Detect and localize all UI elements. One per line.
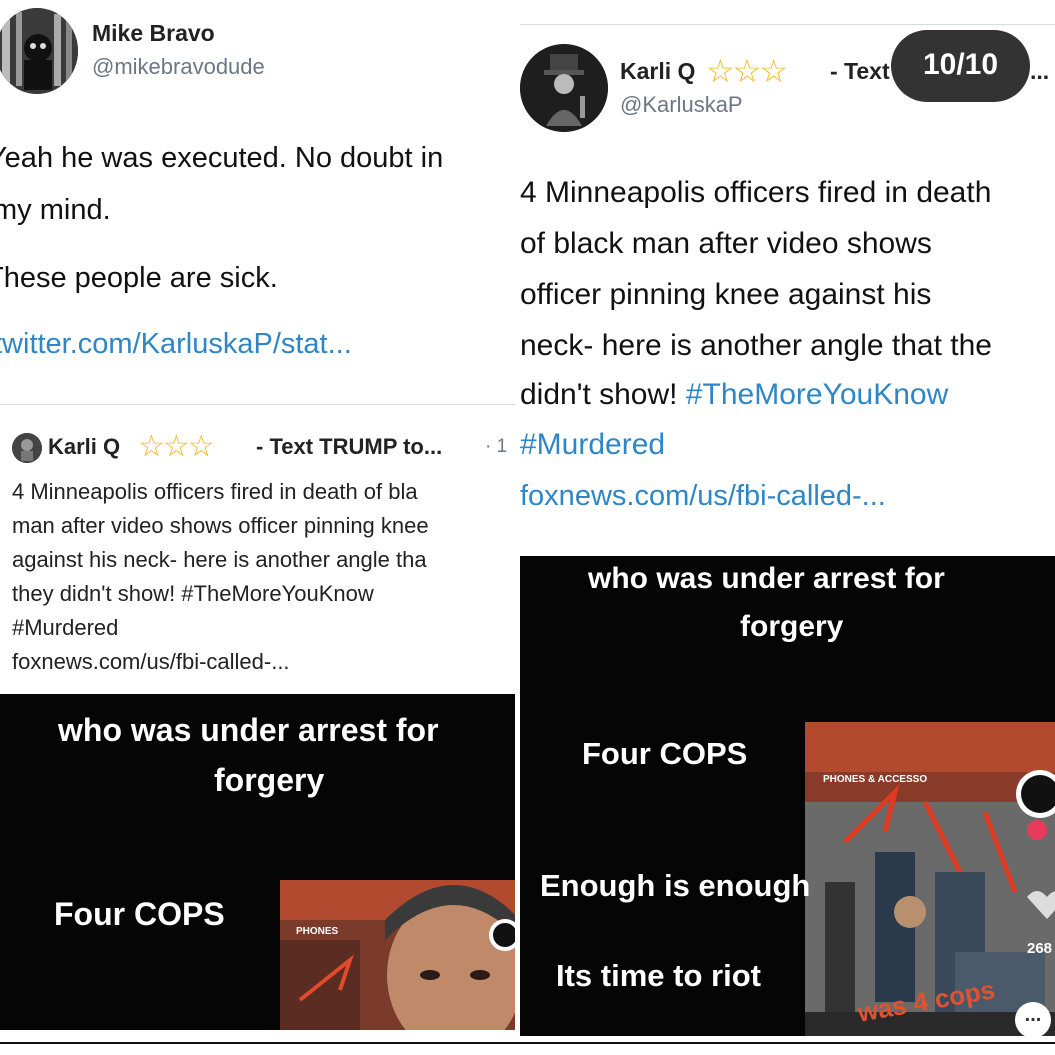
- video-caption: forgery: [214, 762, 325, 798]
- video-thumbnail: PHONES & ACCESSO 268 was 4 cops ...: [805, 722, 1055, 1036]
- star-icons: ☆☆☆: [706, 54, 788, 89]
- left-video[interactable]: who was under arrest for forgery Four CO…: [0, 694, 515, 1030]
- quoted-body-line: man after video shows officer pinning kn…: [12, 513, 429, 538]
- video-caption: who was under arrest for: [588, 562, 945, 595]
- tweet-text-line: didn't show! #TheMoreYouKnow: [520, 378, 948, 412]
- video-frame: [280, 880, 515, 1030]
- tweet-link[interactable]: twitter.com/KarluskaP/stat...: [0, 328, 352, 361]
- tweet-text-line: neck- here is another angle that the: [520, 329, 992, 362]
- tweet-text-line: Yeah he was executed. No doubt in: [0, 142, 444, 174]
- right-tweet: Karli Q ☆☆☆ - Text TR ... @KarluskaP 10/…: [515, 0, 1055, 560]
- right-tweet-body: 4 Minneapolis officers fired in death of…: [515, 170, 1055, 530]
- avatar-image: [520, 44, 608, 132]
- avatar-karli-q[interactable]: [520, 44, 608, 132]
- hashtag-themoreyouknow[interactable]: #TheMoreYouKnow: [686, 378, 948, 411]
- tweet-text-line: my mind.: [0, 194, 111, 226]
- video-sign-text: PHONES: [296, 926, 339, 937]
- bottom-divider: [0, 1042, 1055, 1044]
- tweet-author-name[interactable]: Mike Bravo: [92, 20, 215, 47]
- avatar-image: [12, 433, 42, 463]
- tweet-text-line: officer pinning knee against his: [520, 278, 932, 311]
- video-caption: Enough is enough: [540, 868, 811, 903]
- quoted-body-line: against his neck- here is another angle …: [12, 547, 427, 572]
- more-options-icon: ...: [1024, 1004, 1042, 1026]
- tweet-body: Yeah he was executed. No doubt in my min…: [0, 138, 510, 378]
- right-tweet-link[interactable]: foxnews.com/us/fbi-called-...: [520, 480, 886, 513]
- quoted-author-name: Karli Q: [48, 434, 121, 459]
- video-sign-text: PHONES & ACCESSO: [823, 774, 928, 785]
- right-author-suffix: - Text: [830, 58, 890, 84]
- tweet-author-handle[interactable]: @mikebravodude: [92, 54, 265, 80]
- left-tweet: Mike Bravo @mikebravodude Yeah he was ex…: [0, 0, 515, 400]
- avatar-karli-q-small: [12, 433, 42, 463]
- right-author-handle[interactable]: @KarluskaP: [620, 92, 743, 118]
- video-caption: forgery: [740, 610, 844, 643]
- right-author-name: Karli Q: [620, 58, 696, 84]
- hashtag-murdered[interactable]: #Murdered: [520, 428, 665, 462]
- image-counter: 10/10: [922, 48, 999, 81]
- video-caption: who was under arrest for: [58, 712, 439, 748]
- quoted-author-suffix: - Text TRUMP to...: [256, 434, 443, 459]
- quoted-body-line[interactable]: foxnews.com/us/fbi-called-...: [12, 649, 290, 675]
- avatar-image: [0, 8, 78, 94]
- right-video[interactable]: who was under arrest for forgery PHONES …: [520, 556, 1055, 1036]
- top-divider: [520, 24, 1055, 25]
- avatar-mike-bravo[interactable]: [0, 8, 78, 94]
- tweet-text-line: 4 Minneapolis officers fired in death: [520, 176, 992, 209]
- video-caption: Its time to riot: [556, 958, 761, 993]
- quoted-tweet[interactable]: Karli Q ☆☆☆ - Text TRUMP to... · 1 4 Min…: [0, 404, 515, 695]
- like-count: 268: [1027, 940, 1053, 957]
- video-caption: Four COPS: [54, 896, 225, 932]
- quoted-body-line: 4 Minneapolis officers fired in death of…: [12, 479, 418, 504]
- right-author-end: ...: [1030, 58, 1050, 84]
- video-caption: Four COPS: [582, 736, 748, 771]
- video-thumbnail: PHONES: [280, 880, 515, 1030]
- more-options-button[interactable]: ...: [1015, 1002, 1051, 1036]
- tweet-text-line: These people are sick.: [0, 262, 278, 294]
- tweet-text-fragment: didn't show!: [520, 378, 678, 411]
- quoted-body-line: they didn't show! #TheMoreYouKnow: [12, 581, 374, 606]
- tweet-text-line: of black man after video shows: [520, 227, 932, 260]
- star-icons: ☆☆☆: [138, 430, 215, 463]
- image-counter-badge: 10/10: [891, 30, 1030, 102]
- quoted-body-line: #Murdered: [12, 615, 119, 640]
- quoted-meta: · 1: [485, 436, 508, 457]
